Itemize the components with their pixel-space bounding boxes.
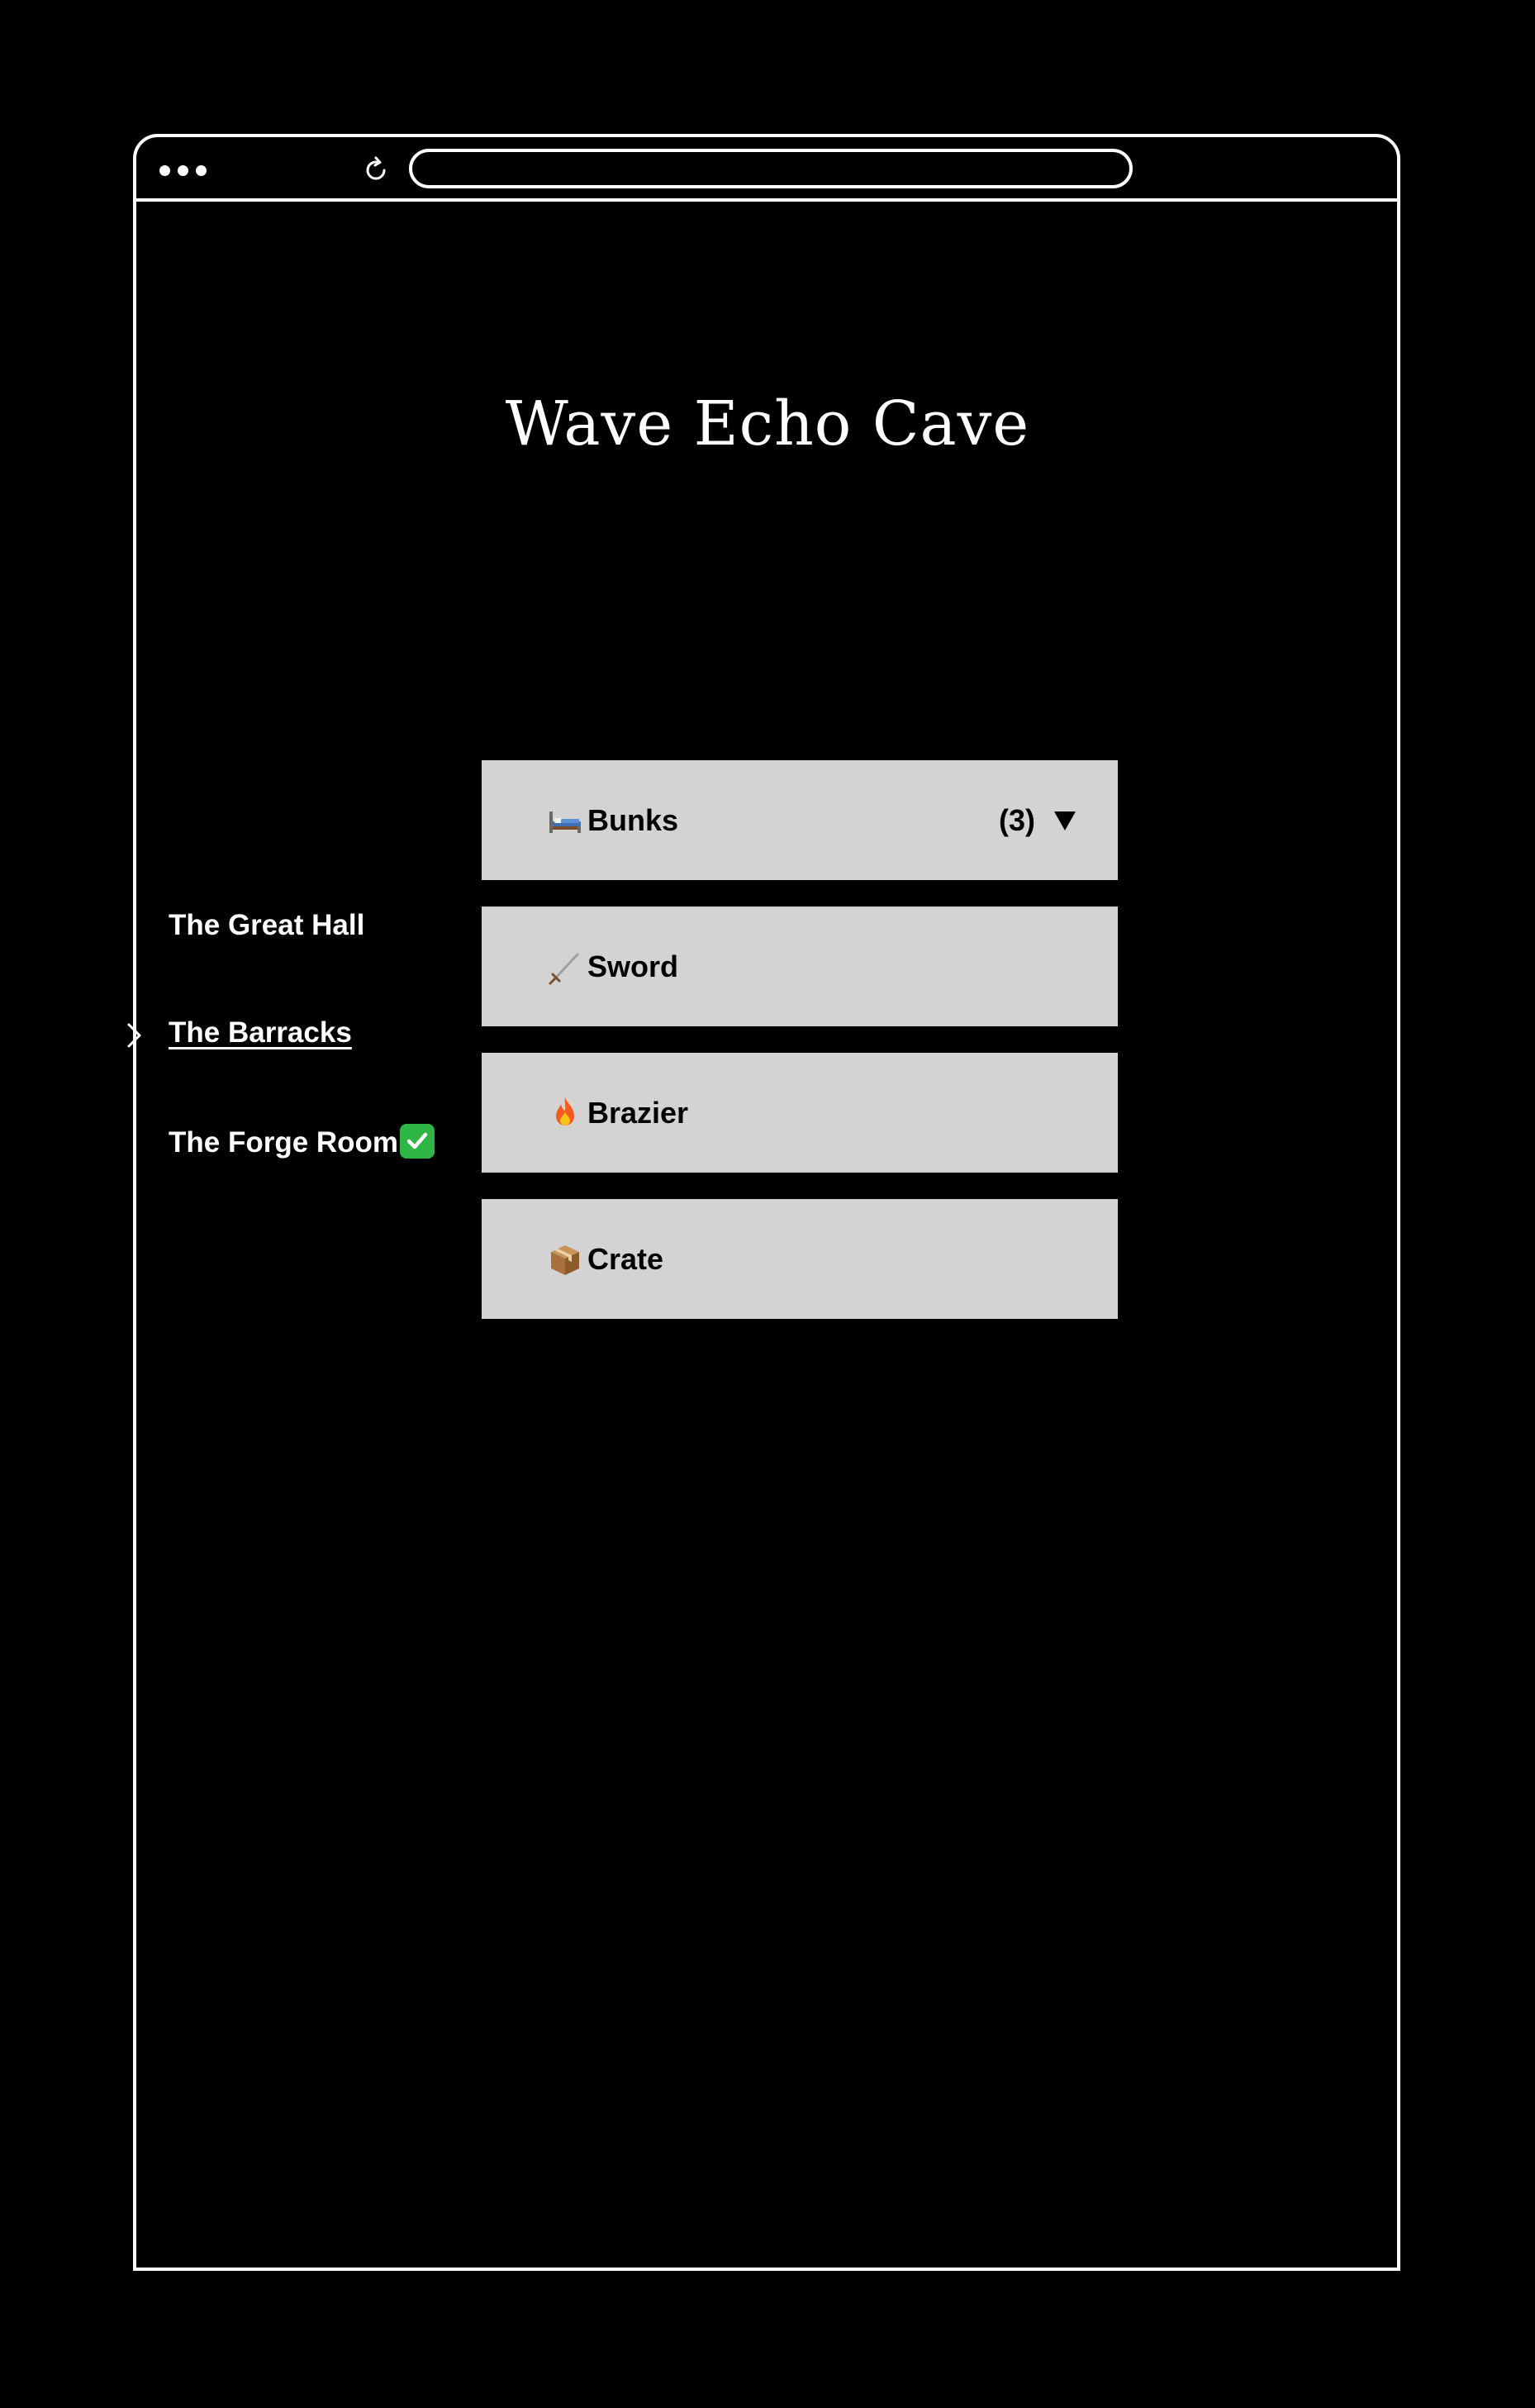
item-card-bunks[interactable]: Bunks (3): [482, 760, 1118, 880]
dot-icon: [196, 165, 207, 176]
item-count: (3): [999, 802, 1035, 837]
dot-icon: [178, 165, 188, 176]
item-label: Crate: [587, 1241, 664, 1276]
room-label: The Barracks: [169, 1016, 352, 1049]
bed-icon: [549, 811, 581, 833]
sword-icon: [549, 953, 579, 984]
item-card-sword[interactable]: Sword: [482, 907, 1118, 1026]
room-label: The Great Hall: [169, 909, 365, 941]
item-label: Brazier: [587, 1095, 689, 1130]
package-icon: [551, 1244, 579, 1275]
item-card-crate[interactable]: Crate: [482, 1199, 1118, 1319]
item-label: Bunks: [587, 802, 679, 837]
room-item-barracks[interactable]: The Barracks: [127, 1016, 352, 1049]
item-content: Sword: [546, 948, 678, 986]
item-content: Bunks: [546, 802, 678, 840]
item-card-brazier[interactable]: Brazier: [482, 1053, 1118, 1173]
dot-icon: [159, 165, 170, 176]
room-item-great-hall[interactable]: The Great Hall: [169, 909, 364, 942]
item-content: Brazier: [546, 1094, 688, 1132]
item-label: Sword: [587, 949, 679, 983]
page-title: Wave Echo Cave: [505, 388, 1030, 459]
room-item-forge-room[interactable]: The Forge Room: [169, 1124, 435, 1159]
fire-icon: [556, 1097, 574, 1125]
room-label: The Forge Room: [169, 1126, 399, 1159]
item-content: Crate: [546, 1240, 663, 1278]
item-list: Bunks (3) Sword Brazier Crate: [482, 760, 1118, 1345]
address-bar[interactable]: [409, 149, 1133, 188]
window-menu-dots[interactable]: [159, 165, 207, 176]
reload-icon[interactable]: [361, 155, 391, 185]
check-mark-button-icon: [400, 1124, 435, 1159]
browser-toolbar: [136, 137, 1397, 202]
chevron-right-icon: [127, 1023, 141, 1048]
triangle-down-icon[interactable]: [1052, 808, 1078, 833]
